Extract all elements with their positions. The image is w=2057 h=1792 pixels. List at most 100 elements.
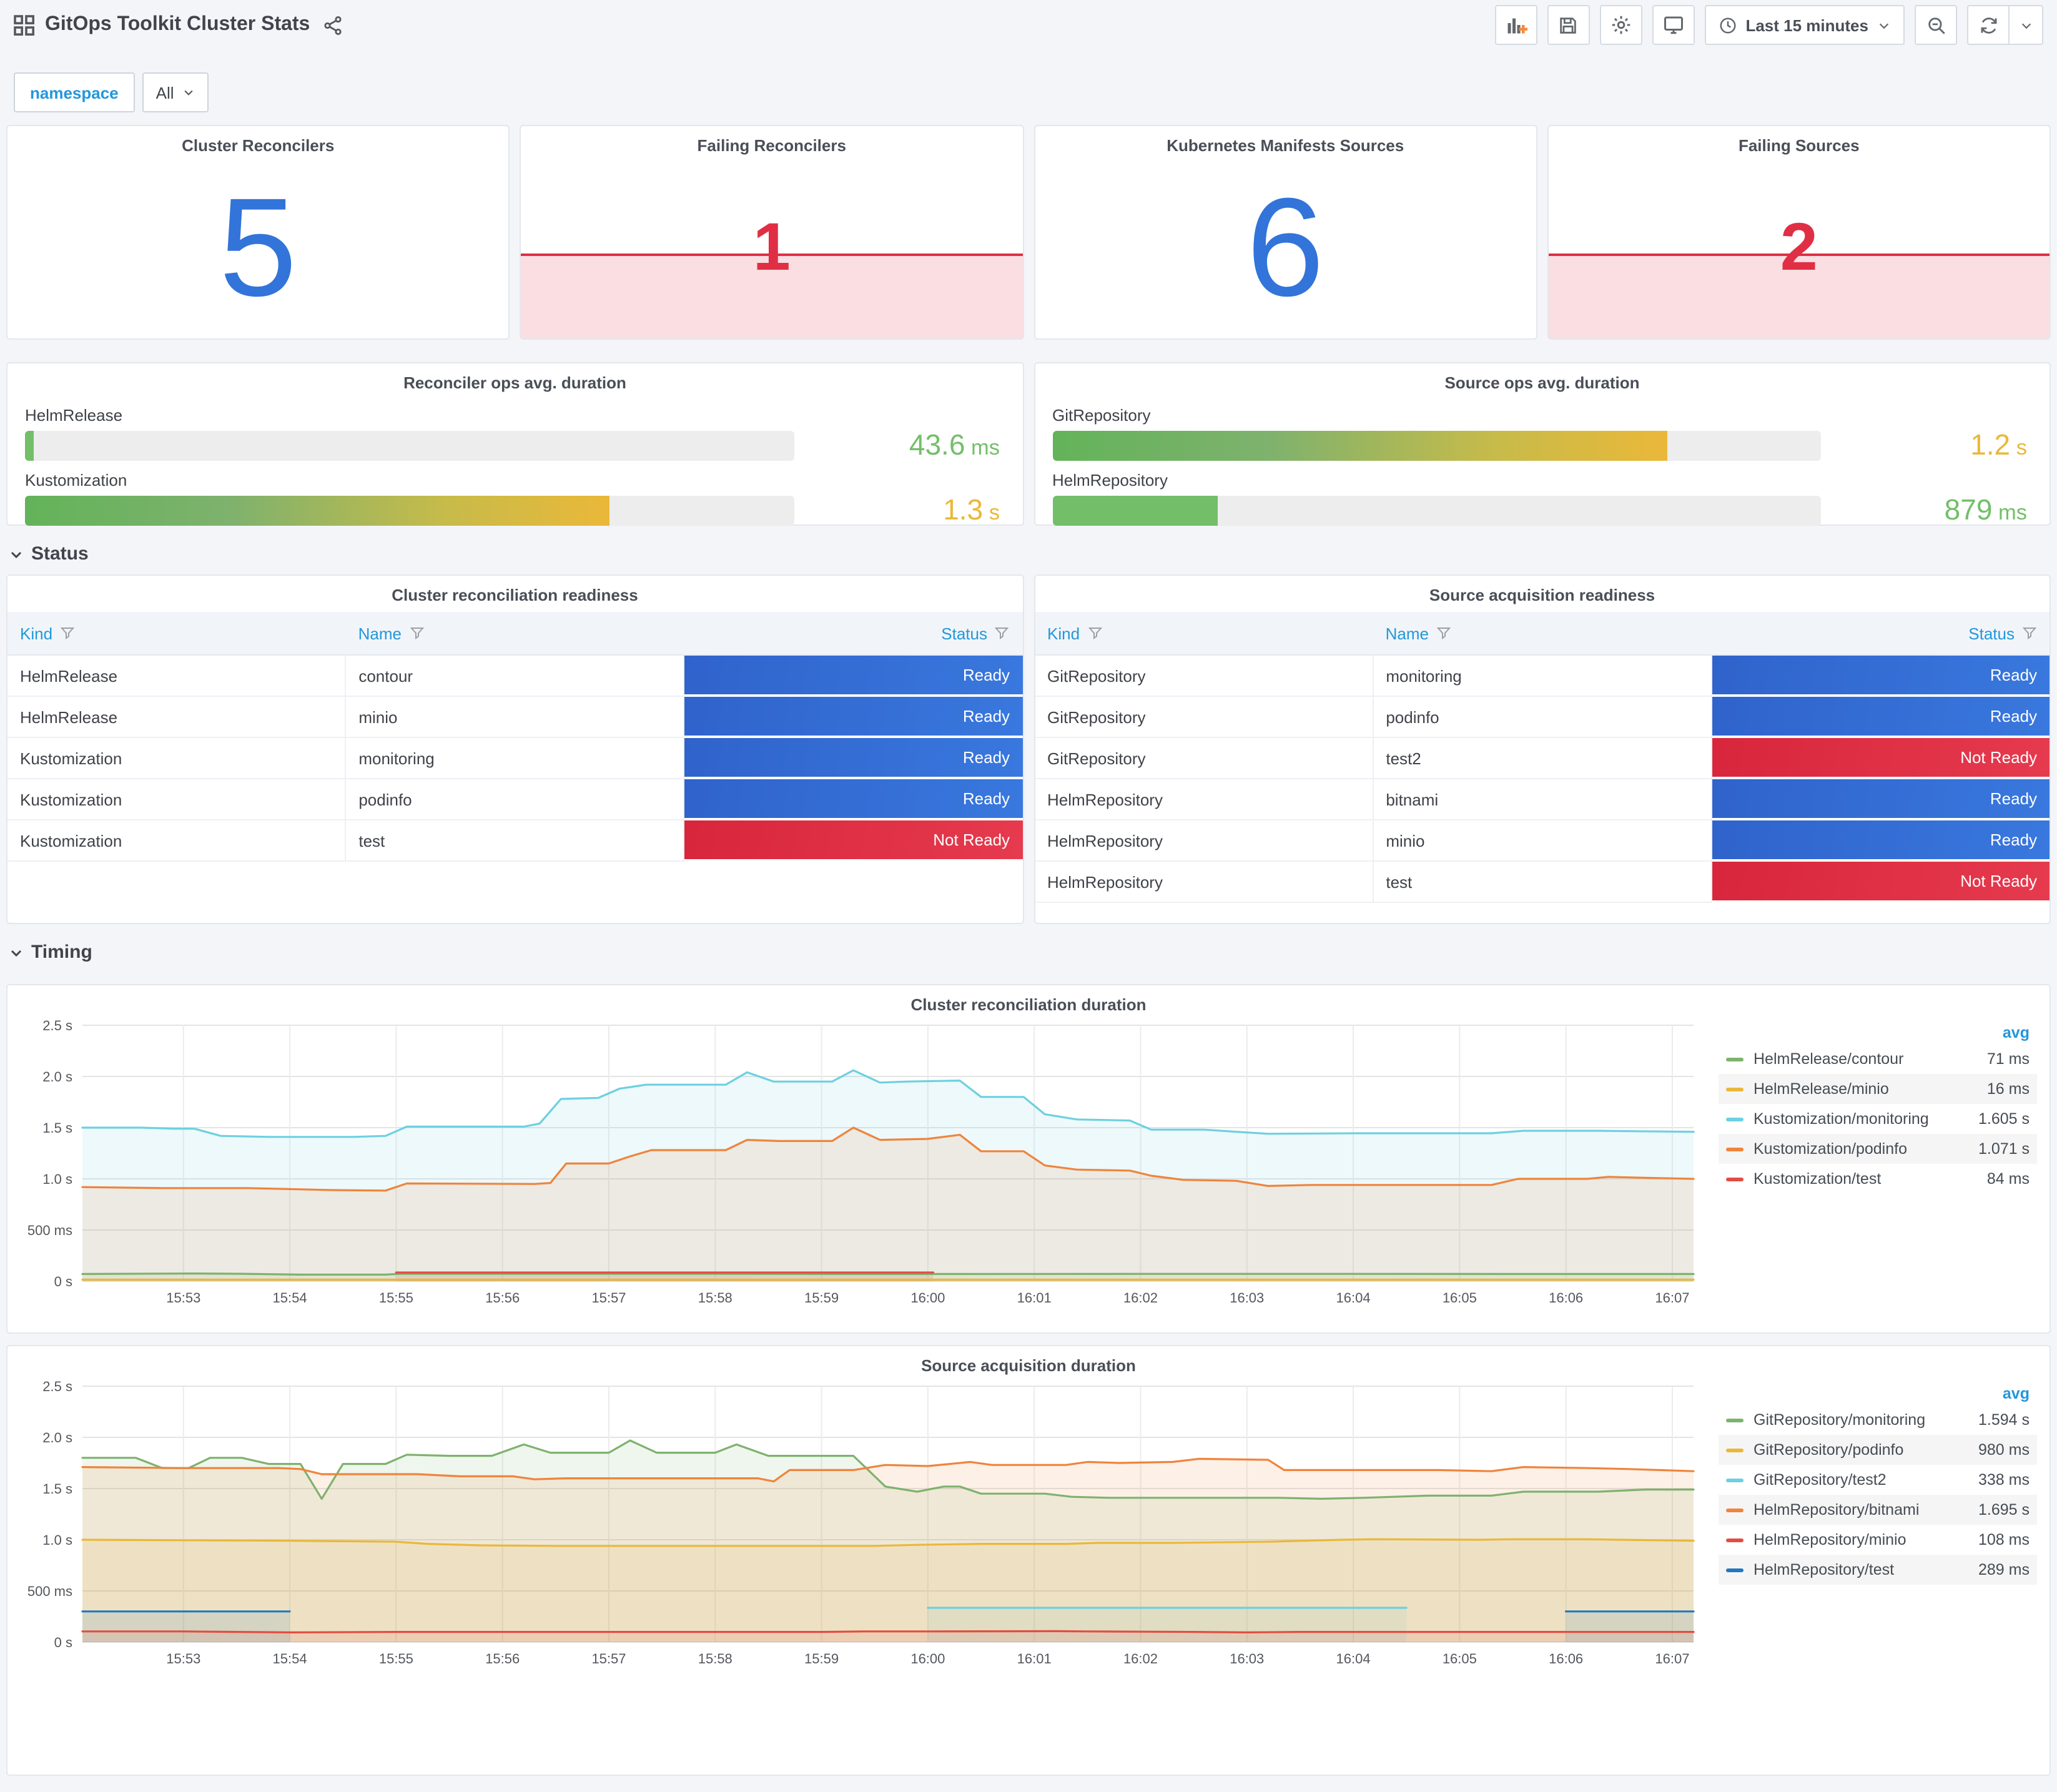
cell-kind: Kustomization [7,820,347,862]
legend-series-color [1726,1448,1744,1452]
filter-funnel-icon[interactable] [1087,626,1102,641]
tv-mode-button[interactable] [1652,5,1695,45]
cell-name: podinfo [346,779,685,820]
legend-series-avg: 108 ms [1978,1531,2030,1548]
legend-avg-header[interactable]: avg [1719,1022,2037,1044]
chart-panel-title[interactable]: Source acquisition duration [7,1346,2050,1375]
column-header-name[interactable]: Name [1373,624,1712,642]
table-row: HelmRelease minio Ready [7,697,1023,738]
legend-series-color [1726,1057,1744,1061]
stat-panel-title[interactable]: Failing Reconcilers [521,126,1022,155]
cell-status-badge: Ready [1712,697,2050,738]
share-icon[interactable] [322,14,343,36]
legend-series-name[interactable]: Kustomization/test [1754,1170,1957,1188]
gauge-bar-fill [25,495,609,525]
zoom-out-button[interactable] [1915,5,1957,45]
section-timing-label: Timing [31,942,92,963]
legend-series-name[interactable]: Kustomization/monitoring [1754,1110,1957,1128]
gauge-row-label: GitRepository [1052,406,1151,425]
svg-text:16:01: 16:01 [1017,1651,1052,1666]
gauge-panel-title[interactable]: Source ops avg. duration [1052,363,2032,392]
legend-series-avg: 1.605 s [1978,1110,2030,1128]
filter-funnel-icon[interactable] [409,626,424,641]
column-header-label: Name [358,624,402,642]
legend-series-avg: 980 ms [1978,1441,2030,1459]
cell-kind: HelmRelease [7,656,347,697]
filter-funnel-icon[interactable] [995,626,1010,641]
page-title: GitOps Toolkit Cluster Stats [45,14,310,35]
cell-name: monitoring [346,738,685,779]
chart-plot-area: 0 s 500 ms 1.0 s 1.5 s 2.0 s 2.5 s 15:53 15:54 1… [7,1014,1719,1320]
section-timing[interactable]: Timing [6,924,2051,973]
time-range-picker[interactable]: Last 15 minutes [1704,5,1905,45]
legend-series-color [1726,1478,1744,1482]
svg-text:2.5 s: 2.5 s [42,1018,72,1033]
table-panel-0: Cluster reconciliation readiness Kind Name… [6,574,1024,924]
table-row: HelmRepository bitnami Ready [1035,779,2050,820]
column-header-status[interactable]: Status [1711,624,2050,642]
stat-panel-2: Kubernetes Manifests Sources 6 [1033,125,1537,340]
stat-value: 1 [752,209,791,285]
filter-funnel-icon[interactable] [60,626,75,641]
legend-series-name[interactable]: GitRepository/test2 [1754,1471,1957,1489]
column-header-kind[interactable]: Kind [7,624,346,642]
legend-series-avg: 84 ms [1986,1170,2030,1188]
gauge-value-unit: ms [1992,500,2027,524]
legend-series-name[interactable]: Kustomization/podinfo [1754,1140,1957,1158]
cell-status-badge: Not Ready [684,820,1023,862]
timeseries-svg: 0 s 500 ms 1.0 s 1.5 s 2.0 s 2.5 s 15:53 15:54 1… [27,1379,1695,1666]
stat-panel-title[interactable]: Cluster Reconcilers [7,126,508,155]
filter-funnel-icon[interactable] [1436,626,1451,641]
svg-text:16:06: 16:06 [1549,1651,1583,1666]
column-header-status[interactable]: Status [684,624,1022,642]
time-range-label: Last 15 minutes [1745,16,1868,34]
variables-row: namespace All [6,50,2051,125]
add-panel-button[interactable] [1494,5,1537,45]
section-status[interactable]: Status [6,526,2051,574]
svg-text:2.5 s: 2.5 s [42,1379,72,1394]
gauge-bar-track [1052,495,1821,525]
legend-series-name[interactable]: GitRepository/podinfo [1754,1441,1957,1459]
cell-kind: Kustomization [7,779,347,820]
timeseries-svg: 0 s 500 ms 1.0 s 1.5 s 2.0 s 2.5 s 15:53 15:54 1… [27,1018,1695,1306]
gauge-value-unit: s [2010,435,2027,460]
dashboard-grid-icon[interactable] [14,14,35,36]
legend-avg-header[interactable]: avg [1719,1382,2037,1405]
svg-text:15:54: 15:54 [273,1290,307,1306]
legend-row: HelmRepository/bitnami 1.695 s [1719,1495,2037,1525]
gauge-value-number: 1.2 [1970,428,2011,461]
legend-series-name[interactable]: HelmRepository/test [1754,1561,1957,1578]
gauge-row-gitrepository: GitRepository 1.2 s [1052,406,2032,462]
svg-text:16:01: 16:01 [1017,1290,1052,1306]
cell-name: test [1373,862,1712,903]
save-dashboard-button[interactable] [1547,5,1590,45]
chevron-down-icon [184,90,194,96]
svg-text:15:59: 15:59 [804,1290,839,1306]
legend-series-name[interactable]: GitRepository/monitoring [1754,1411,1957,1429]
stat-value: 6 [1246,169,1324,325]
namespace-variable-dropdown[interactable]: All [142,72,209,112]
cell-kind: GitRepository [1035,656,1374,697]
refresh-button[interactable] [1967,5,2008,45]
column-header-name[interactable]: Name [346,624,684,642]
stats-row: Cluster Reconcilers 5 Failing Reconcilers 1… [6,125,2051,340]
gauge-panel-title[interactable]: Reconciler ops avg. duration [25,363,1005,392]
stat-panel-title[interactable]: Failing Sources [1549,126,2050,155]
table-panel-title[interactable]: Source acquisition readiness [1035,576,2050,604]
column-header-kind[interactable]: Kind [1035,624,1373,642]
legend-series-name[interactable]: HelmRepository/minio [1754,1531,1957,1548]
stat-panel-title[interactable]: Kubernetes Manifests Sources [1035,126,1536,155]
settings-gear-button[interactable] [1599,5,1642,45]
cell-name: bitnami [1373,779,1712,820]
gauge-value: 1.3 s [794,493,1005,527]
legend-series-name[interactable]: HelmRelease/contour [1754,1050,1957,1068]
refresh-interval-dropdown[interactable] [2008,5,2043,45]
column-header-label: Name [1385,624,1429,642]
legend-series-name[interactable]: HelmRelease/minio [1754,1080,1957,1098]
chart-panel-title[interactable]: Cluster reconciliation duration [7,985,2050,1014]
legend-series-avg: 71 ms [1986,1050,2030,1068]
legend-series-name[interactable]: HelmRepository/bitnami [1754,1501,1957,1519]
gauge-value: 1.2 s [1821,428,2032,462]
filter-funnel-icon[interactable] [2022,626,2037,641]
table-panel-title[interactable]: Cluster reconciliation readiness [7,576,1022,604]
